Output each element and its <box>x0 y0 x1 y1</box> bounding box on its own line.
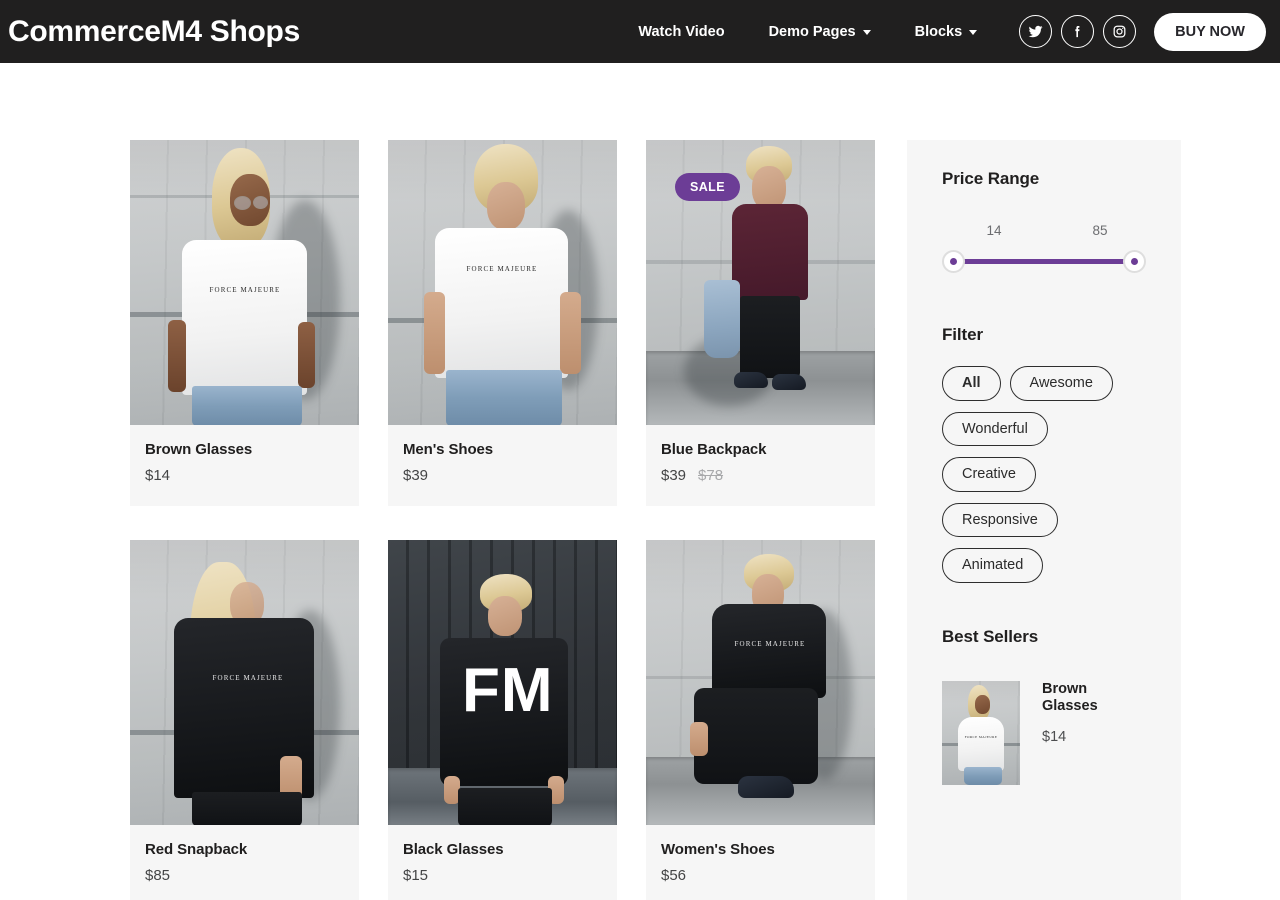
product-card[interactable]: SALE Blue Backpack $39 $78 <box>646 140 875 506</box>
nav-item-label: Watch Video <box>638 23 725 40</box>
product-price-row: $39 <box>403 467 602 484</box>
product-title: Men's Shoes <box>403 441 493 458</box>
price-min-value: 14 <box>986 223 1002 238</box>
site-logo[interactable]: CommerceM4 Shops <box>8 15 300 49</box>
nav-item-label: Blocks <box>914 23 963 40</box>
filter-chip-all[interactable]: All <box>942 366 1001 401</box>
product-price-row: $14 <box>145 467 344 484</box>
site-header: CommerceM4 Shops Watch Video Demo Pages … <box>0 0 1280 63</box>
page-body: FORCE MAJEURE Brown Glasses $14 FORCE MA… <box>0 63 1280 900</box>
product-title: Black Glasses <box>403 841 504 858</box>
product-card[interactable]: FORCE MAJEURE Women's Shoes $56 <box>646 540 875 900</box>
product-image: FORCE MAJEURE <box>646 540 875 825</box>
product-price: $85 <box>145 867 171 884</box>
product-title: Women's Shoes <box>661 841 775 858</box>
price-max-value: 85 <box>1092 223 1108 238</box>
product-price: $56 <box>661 867 687 884</box>
slider-handle-max[interactable] <box>1123 250 1146 273</box>
filter-chip-creative[interactable]: Creative <box>942 457 1036 492</box>
product-image: FORCE MAJEURE <box>388 140 617 425</box>
buy-now-button[interactable]: BUY NOW <box>1154 12 1266 51</box>
product-info: Women's Shoes $56 <box>646 825 875 900</box>
best-seller-item[interactable]: FORCE MAJEURE Brown Glasses $14 <box>942 680 1146 785</box>
facebook-icon[interactable] <box>1061 15 1095 48</box>
best-seller-price: $14 <box>1042 729 1067 746</box>
product-title: Blue Backpack <box>661 441 767 458</box>
nav-item-demo-pages[interactable]: Demo Pages <box>747 24 893 40</box>
product-card[interactable]: FM Black Glasses $15 <box>388 540 617 900</box>
price-range-slider[interactable]: 14 85 <box>942 223 1146 275</box>
product-card[interactable]: FORCE MAJEURE Red Snapback $85 <box>130 540 359 900</box>
best-sellers-heading: Best Sellers <box>942 626 1039 646</box>
main-navigation: Watch Video Demo Pages Blocks BUY NOW <box>616 12 1266 51</box>
product-info: Men's Shoes $39 <box>388 425 617 506</box>
sidebar: Price Range 14 85 Filter All Awesome Won… <box>907 140 1181 900</box>
product-info: Red Snapback $85 <box>130 825 359 900</box>
product-grid: FORCE MAJEURE Brown Glasses $14 FORCE MA… <box>130 140 875 900</box>
filter-chips: All Awesome Wonderful Creative Responsiv… <box>942 366 1146 583</box>
twitter-icon[interactable] <box>1019 15 1053 48</box>
product-price: $14 <box>145 467 171 484</box>
slider-track <box>953 259 1135 264</box>
social-links <box>1019 15 1137 48</box>
nav-item-watch-video[interactable]: Watch Video <box>616 24 746 40</box>
price-range-values: 14 85 <box>942 223 1146 241</box>
best-seller-thumbnail: FORCE MAJEURE <box>942 680 1020 785</box>
product-info: Blue Backpack $39 $78 <box>646 425 875 506</box>
product-card[interactable]: FORCE MAJEURE Brown Glasses $14 <box>130 140 359 506</box>
best-seller-title: Brown Glasses <box>1042 680 1098 714</box>
product-card[interactable]: FORCE MAJEURE Men's Shoes $39 <box>388 140 617 506</box>
nav-item-label: Demo Pages <box>768 23 856 40</box>
product-image: FORCE MAJEURE <box>130 540 359 825</box>
product-image: FM <box>388 540 617 825</box>
chevron-down-icon <box>862 30 871 35</box>
product-price-row: $56 <box>661 867 860 884</box>
filter-chip-awesome[interactable]: Awesome <box>1009 366 1113 401</box>
product-info: Black Glasses $15 <box>388 825 617 900</box>
instagram-icon[interactable] <box>1103 15 1137 48</box>
product-old-price: $78 <box>698 467 724 484</box>
product-image: FORCE MAJEURE <box>130 140 359 425</box>
slider-handle-min[interactable] <box>942 250 965 273</box>
product-title: Red Snapback <box>145 841 248 858</box>
product-title: Brown Glasses <box>145 441 253 458</box>
filter-heading: Filter <box>942 325 983 344</box>
product-price-row: $85 <box>145 867 344 884</box>
chevron-down-icon <box>969 30 978 35</box>
product-price: $15 <box>403 867 429 884</box>
status-badge: SALE <box>675 173 740 201</box>
product-info: Brown Glasses $14 <box>130 425 359 506</box>
best-seller-info: Brown Glasses $14 <box>1042 681 1112 746</box>
filter-chip-responsive[interactable]: Responsive <box>942 502 1058 537</box>
product-price-row: $15 <box>403 867 602 884</box>
product-price-row: $39 $78 <box>661 467 860 484</box>
price-range-heading: Price Range <box>942 169 1040 188</box>
product-price: $39 <box>403 467 429 484</box>
product-price: $39 <box>661 467 687 484</box>
filter-chip-animated[interactable]: Animated <box>942 548 1044 583</box>
nav-item-blocks[interactable]: Blocks <box>893 24 1000 40</box>
filter-chip-wonderful[interactable]: Wonderful <box>942 411 1048 446</box>
